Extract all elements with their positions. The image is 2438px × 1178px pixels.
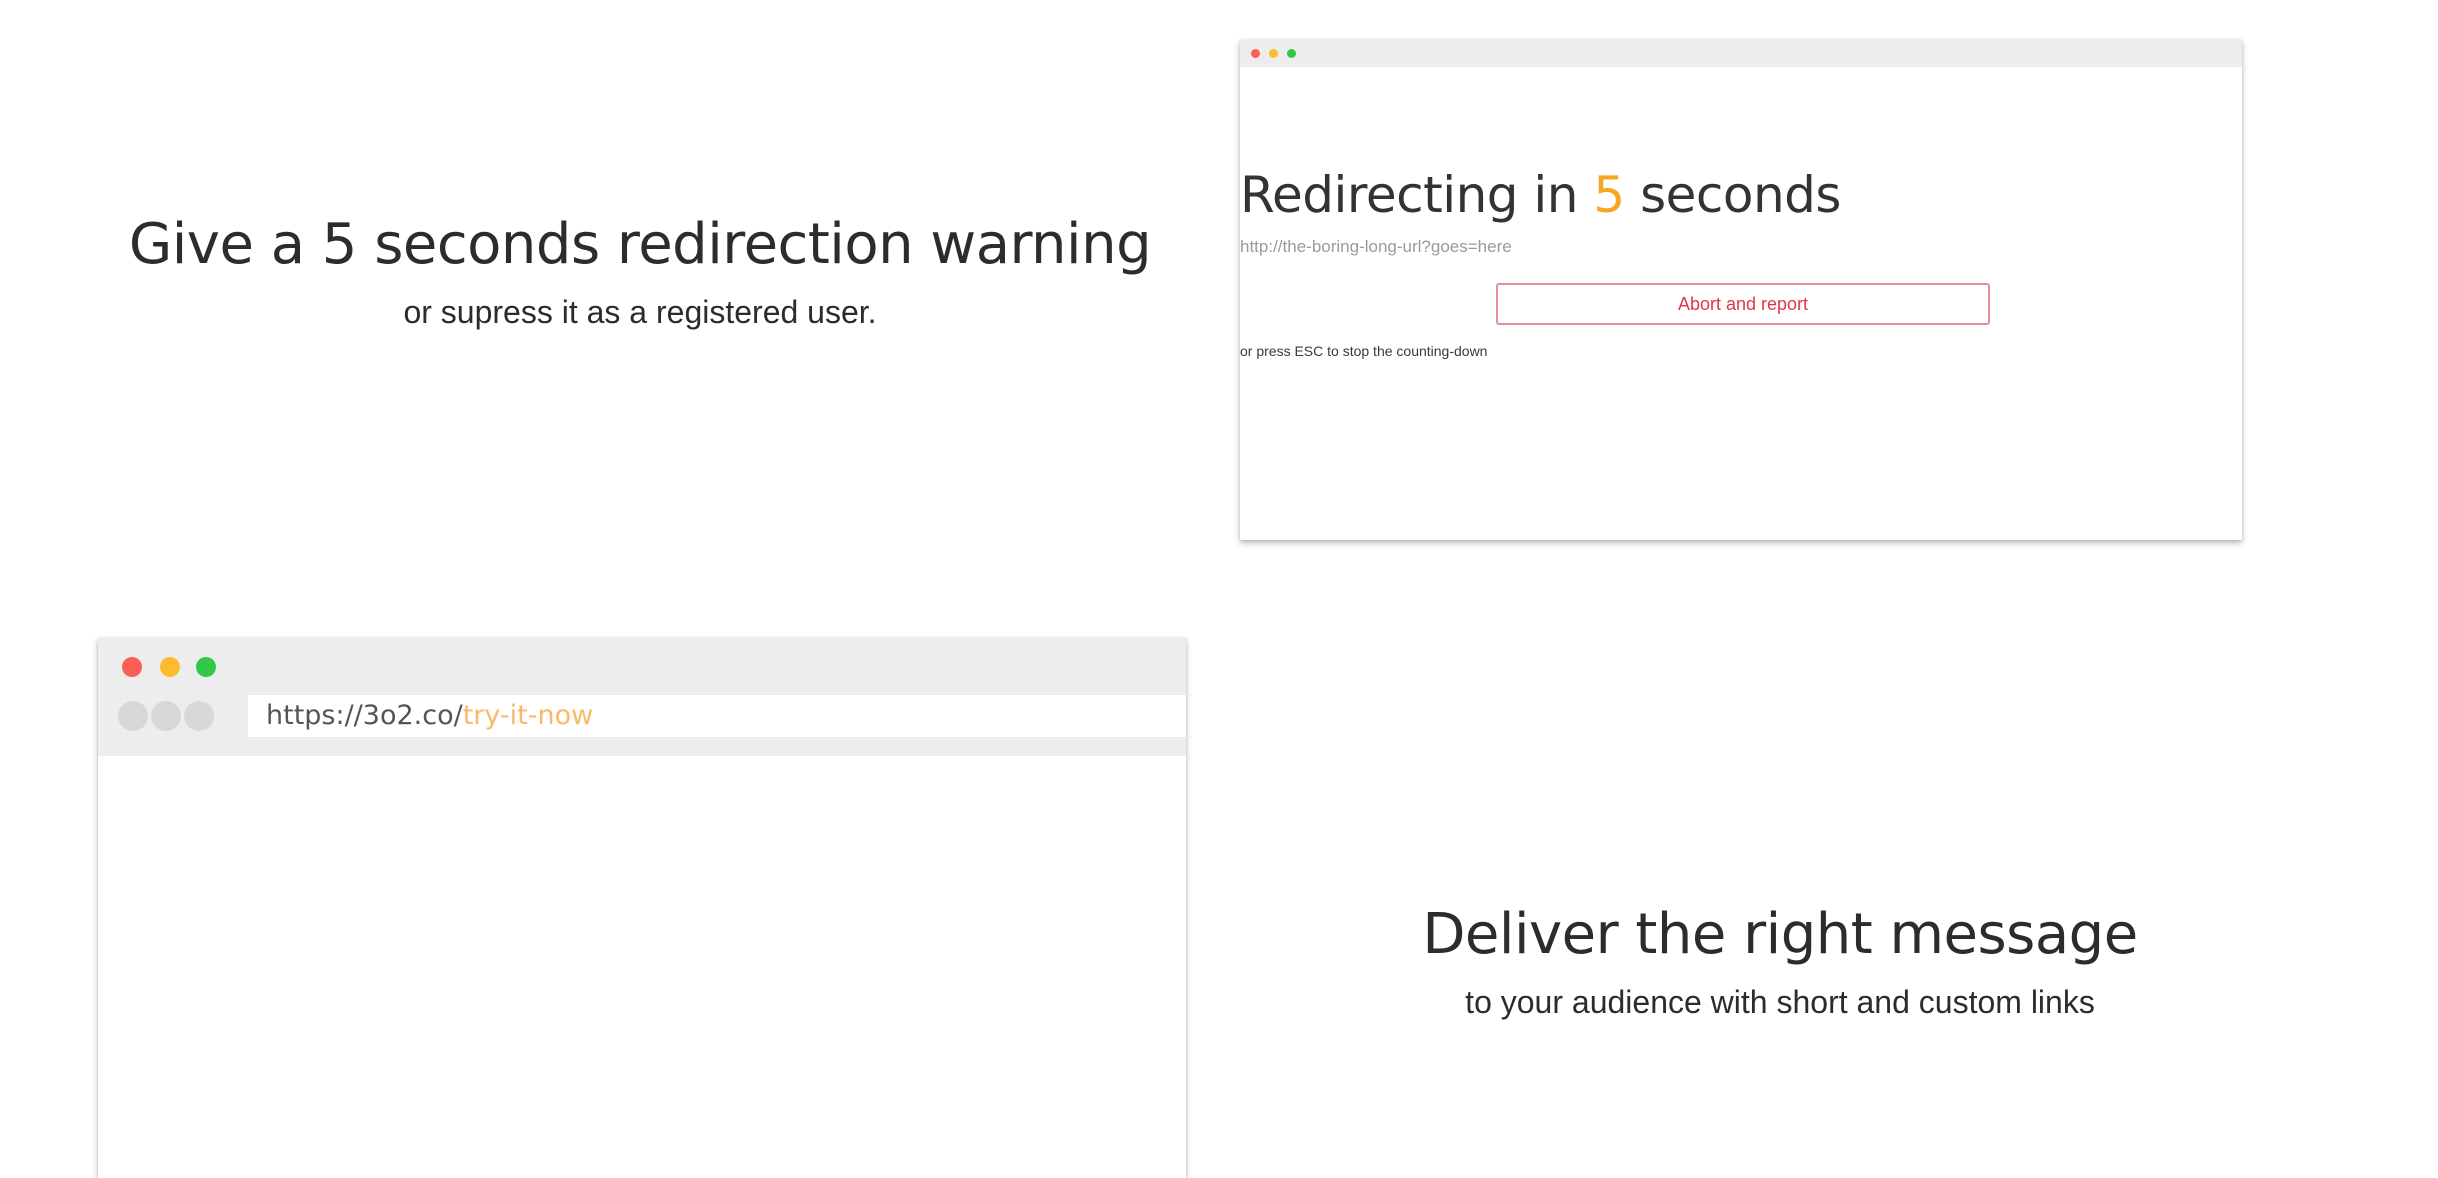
redirect-heading-suffix: seconds <box>1624 166 1841 224</box>
url-base: https://3o2.co/ <box>266 700 463 731</box>
maximize-dot-icon <box>1287 49 1296 58</box>
window-titlebar: https://3o2.co/try-it-now <box>98 638 1186 756</box>
forward-button-icon[interactable] <box>151 701 181 731</box>
maximize-dot-icon <box>196 657 216 677</box>
short-url-browser-mock: https://3o2.co/try-it-now <box>98 638 1186 1178</box>
abort-and-report-button[interactable]: Abort and report <box>1496 283 1990 325</box>
feature-title: Give a 5 seconds redirection warning <box>128 212 1152 277</box>
feature-subtitle: to your audience with short and custom l… <box>1465 984 2095 1020</box>
back-button-icon[interactable] <box>118 701 148 731</box>
minimize-dot-icon <box>1269 49 1278 58</box>
redirect-browser-mock: Redirecting in 5 seconds http://the-bori… <box>1240 40 2242 540</box>
address-bar[interactable]: https://3o2.co/try-it-now <box>248 695 1186 737</box>
feature-subtitle: or supress it as a registered user. <box>403 294 877 330</box>
feature-right-message: Deliver the right message to your audien… <box>1300 895 2260 1025</box>
esc-hint: or press ESC to stop the counting-down <box>1240 343 1488 359</box>
browser-page-body <box>98 756 1186 1178</box>
close-dot-icon <box>1251 49 1260 58</box>
redirect-heading-prefix: Redirecting in <box>1240 166 1594 224</box>
refresh-button-icon[interactable] <box>184 701 214 731</box>
url-slug: try-it-now <box>462 700 594 731</box>
feature-title: Deliver the right message <box>1422 902 2138 967</box>
countdown-number: 5 <box>1593 166 1625 224</box>
minimize-dot-icon <box>160 657 180 677</box>
target-url: http://the-boring-long-url?goes=here <box>1240 237 1512 256</box>
feature-redirect-warning: Give a 5 seconds redirection warning or … <box>110 205 1170 335</box>
window-titlebar <box>1240 40 2242 67</box>
redirect-heading: Redirecting in 5 seconds <box>1240 165 2242 225</box>
close-dot-icon <box>122 657 142 677</box>
